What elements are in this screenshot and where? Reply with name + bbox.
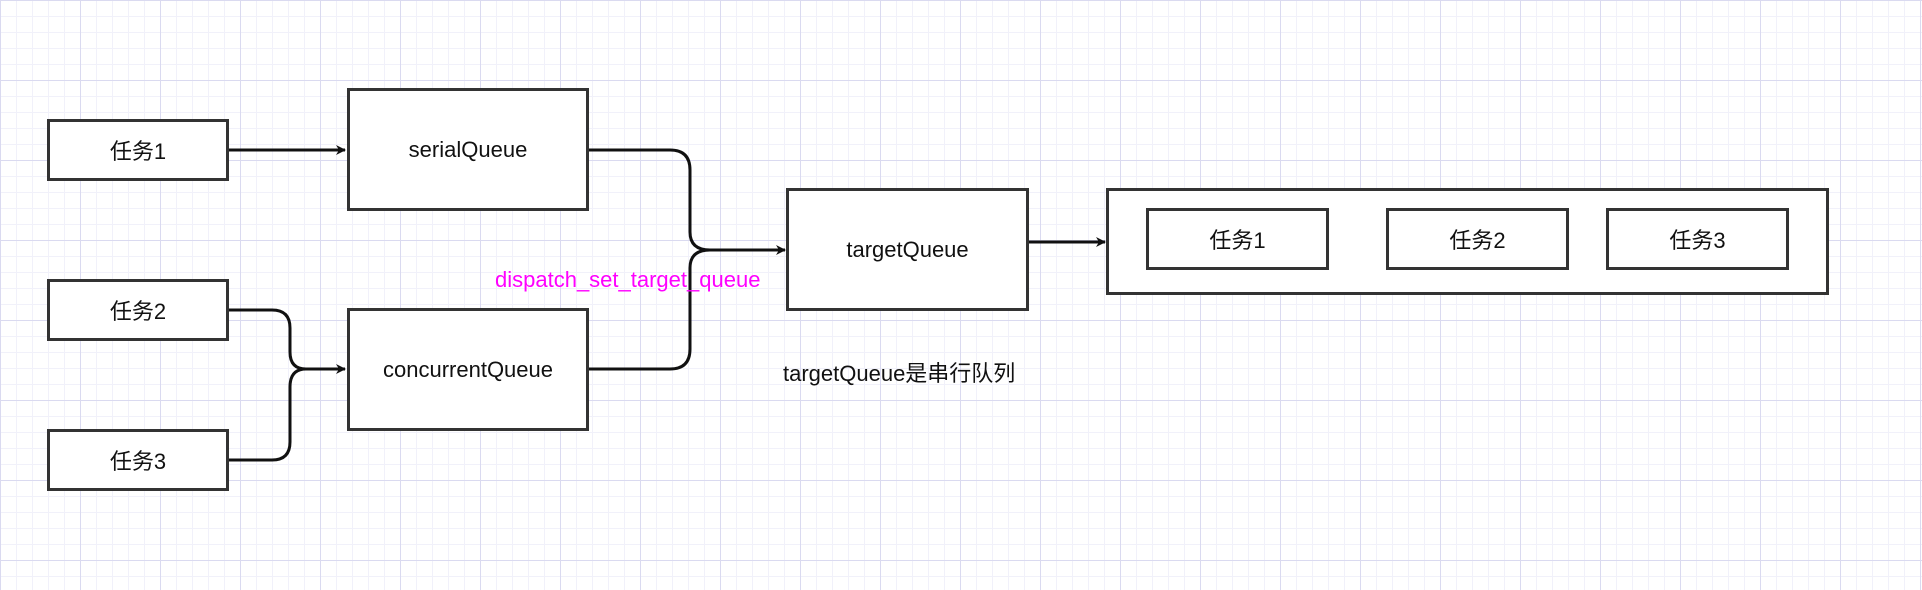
- arrow-task2-to-concurrent: [228, 308, 346, 374]
- container-task-2: 任务2: [1386, 208, 1569, 270]
- arrow-serial-to-target: [588, 148, 786, 255]
- task-box-2-label: 任务2: [109, 299, 167, 324]
- target-queue-label: targetQueue: [846, 236, 969, 262]
- task-box-1: 任务1: [47, 119, 229, 181]
- serial-queue-label: serialQueue: [408, 136, 528, 162]
- target-queue-box: targetQueue: [786, 188, 1029, 311]
- task-box-3-label: 任务3: [109, 449, 167, 474]
- arrow-task3-to-concurrent: [228, 367, 345, 462]
- dispatch-set-target-queue-annotation: dispatch_set_target_queue: [495, 267, 761, 292]
- serial-queue-box: serialQueue: [347, 88, 589, 211]
- container-task-1: 任务1: [1146, 208, 1329, 270]
- concurrent-queue-label: concurrentQueue: [383, 356, 553, 382]
- task-box-2: 任务2: [47, 279, 229, 341]
- concurrent-queue-box: concurrentQueue: [347, 308, 589, 431]
- container-task-1-label: 任务1: [1209, 228, 1266, 253]
- container-task-3-label: 任务3: [1669, 228, 1726, 253]
- task-box-3: 任务3: [47, 429, 229, 491]
- target-queue-note: targetQueue是串行队列: [783, 361, 1016, 386]
- task-box-1-label: 任务1: [109, 139, 167, 164]
- container-task-3: 任务3: [1606, 208, 1789, 270]
- container-task-2-label: 任务2: [1449, 228, 1506, 253]
